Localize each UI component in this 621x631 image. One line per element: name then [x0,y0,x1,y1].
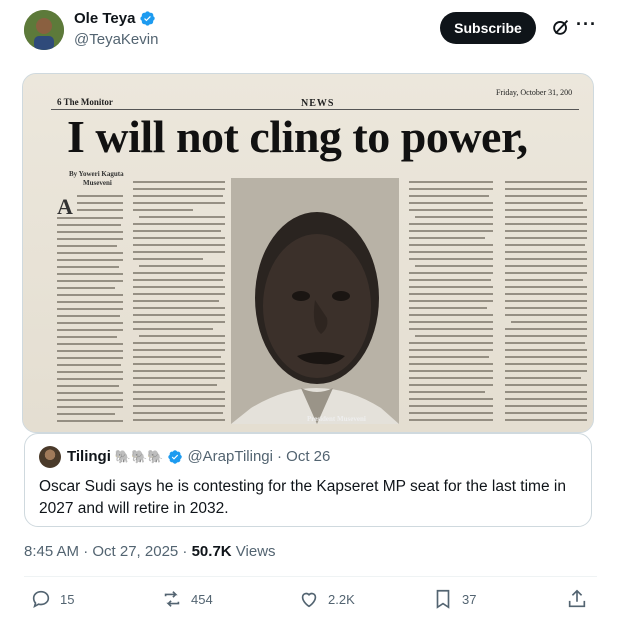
reply-button[interactable]: 15 [30,588,74,610]
article-column-3 [409,181,493,421]
quoted-author-emojis: 🐘🐘🐘 [114,448,164,464]
portrait-illustration [231,178,399,424]
quoted-text: Oscar Sudi says he is contesting for the… [39,478,566,517]
tweet-card: Ole Teya @TeyaKevin Subscribe ··· 6 The … [0,0,621,631]
action-bar: 15 454 2.2K 37 [24,588,590,616]
quoted-author-handle: @ArapTilingi [187,448,273,465]
tweet-timestamp[interactable]: 8:45 AM · Oct 27, 2025 · [24,543,192,560]
newspaper-byline: By Yoweri Kaguta Museveni [69,170,124,188]
byline-line-1: By Yoweri Kaguta [69,170,124,178]
repost-button[interactable]: 454 [161,588,213,610]
verified-badge-icon [140,11,156,26]
newspaper-photo [231,178,399,424]
newspaper-date: Friday, October 31, 200 [496,88,573,97]
subscribe-button[interactable]: Subscribe [440,12,536,44]
byline-line-2: Museveni [83,179,112,187]
repost-icon [164,591,180,607]
bookmark-button[interactable]: 37 [432,588,476,610]
reply-icon [32,590,50,608]
like-count: 2.2K [328,591,355,607]
author-handle[interactable]: @TeyaKevin [74,31,158,48]
quoted-author-avatar [39,446,61,468]
like-button[interactable]: 2.2K [298,588,355,610]
reply-count: 15 [60,591,75,607]
quoted-tweet[interactable]: Tilingi 🐘🐘🐘 @ArapTilingi · Oct 26 Oscar … [24,433,592,527]
heart-icon [301,592,317,608]
share-icon [568,589,586,608]
bookmark-icon [436,589,450,609]
article-column-2 [133,181,225,421]
article-column-1: A [57,194,123,422]
verified-badge-icon [168,449,183,464]
quoted-author-name: Tilingi [67,448,111,465]
photo-caption: President Museveni [307,415,366,423]
newspaper-label: NEWS [301,98,335,109]
bookmark-count: 37 [462,591,477,607]
quoted-date: · Oct 26 [277,448,331,465]
divider [24,576,597,577]
share-button[interactable] [566,588,588,610]
newspaper-headline: I will not cling to power, [67,111,528,162]
author-display-name[interactable]: Ole Teya [74,10,135,27]
tweet-media-image[interactable]: 6 The Monitor NEWS Friday, October 31, 2… [22,73,594,433]
more-options-icon[interactable]: ··· [576,14,597,35]
svg-text:A: A [57,194,73,219]
article-column-4 [505,181,587,421]
views-count: 50.7K [191,543,232,560]
tweet-meta: 8:45 AM · Oct 27, 2025 · 50.7K Views [24,543,276,560]
quoted-author-row: Tilingi 🐘🐘🐘 @ArapTilingi · Oct 26 [67,448,330,465]
newspaper-section: 6 The Monitor [57,97,113,107]
repost-count: 454 [191,591,213,607]
grok-icon[interactable] [550,16,572,38]
views-label: Views [231,543,276,560]
author-name-row: Ole Teya [74,10,156,27]
author-avatar[interactable] [24,10,64,50]
